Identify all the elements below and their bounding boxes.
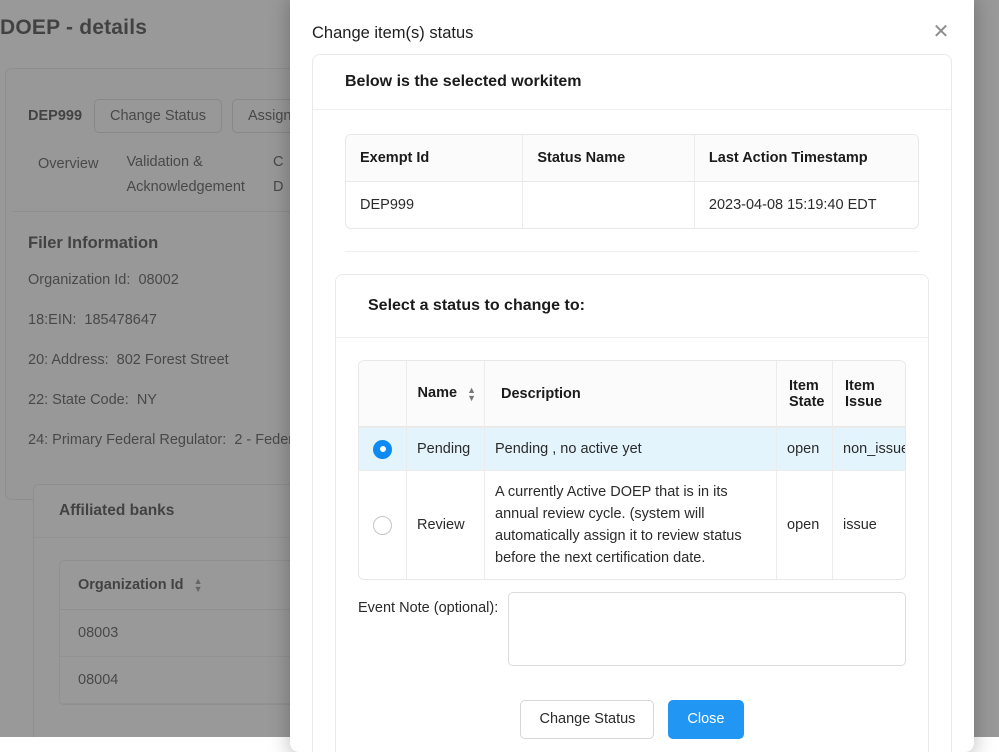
- selected-workitem-table: Exempt Id Status Name Last Action Timest…: [345, 134, 919, 229]
- status-description-review: A currently Active DOEP that is in its a…: [485, 470, 777, 579]
- cell-status-name: [523, 182, 695, 228]
- close-button[interactable]: Close: [668, 700, 744, 739]
- column-select: [359, 361, 407, 427]
- change-status-modal: Change item(s) status ✕ Below is the sel…: [290, 0, 974, 752]
- select-status-panel: Select a status to change to: Name ▲ ▼ De…: [335, 274, 929, 752]
- column-label: Name: [417, 385, 458, 402]
- selected-workitem-panel: Below is the selected workitem Exempt Id…: [312, 54, 952, 752]
- table-header-row: Name ▲ ▼ Description Item State Item Issu…: [359, 361, 905, 427]
- modal-title: Change item(s) status: [312, 24, 474, 42]
- section-divider: [345, 251, 919, 252]
- radio-review[interactable]: [373, 515, 392, 535]
- event-note-row: Event Note (optional):: [336, 580, 928, 666]
- cell-exempt-id: DEP999: [346, 182, 524, 228]
- sort-icon[interactable]: ▲▼: [467, 385, 476, 402]
- cell-last-action-timestamp: 2023-04-08 15:19:40 EDT: [708, 197, 877, 213]
- status-description-pending: Pending , no active yet: [485, 427, 777, 470]
- selected-workitem-heading: Below is the selected workitem: [313, 55, 951, 110]
- column-exempt-id: Exempt Id: [346, 135, 524, 182]
- status-radio-cell[interactable]: [359, 470, 407, 579]
- table-row: DEP999 2023-04-08 15:19:40 EDT: [346, 182, 918, 228]
- status-item-state-review: open: [777, 470, 833, 579]
- column-item-state: Item State: [777, 361, 833, 427]
- column-status-name: Status Name: [523, 135, 695, 182]
- modal-header: Change item(s) status ✕: [290, 0, 974, 54]
- column-name[interactable]: Name ▲ ▼: [407, 361, 485, 427]
- status-options-table: Name ▲ ▼ Description Item State Item Issu…: [358, 360, 906, 580]
- status-option-row-review[interactable]: Review A currently Active DOEP that is i…: [359, 470, 905, 579]
- status-name-review: Review: [407, 470, 485, 579]
- table-header-row: Exempt Id Status Name Last Action Timest…: [346, 135, 918, 182]
- event-note-label: Event Note (optional):: [358, 600, 499, 616]
- radio-pending[interactable]: [373, 439, 392, 459]
- selected-workitem-body: Exempt Id Status Name Last Action Timest…: [313, 110, 951, 752]
- column-last-action-timestamp: Last Action Timestamp: [694, 135, 918, 182]
- select-status-heading: Select a status to change to:: [336, 275, 928, 338]
- close-icon[interactable]: ✕: [928, 20, 954, 46]
- status-item-issue-pending: non_issue: [833, 427, 905, 470]
- status-item-issue-review: issue: [833, 470, 905, 579]
- status-name-pending: Pending: [407, 427, 485, 470]
- column-description: Description: [485, 361, 777, 427]
- status-item-state-pending: open: [777, 427, 833, 470]
- modal-actions: Change Status Close: [336, 666, 928, 752]
- change-status-button[interactable]: Change Status: [520, 700, 655, 739]
- event-note-input[interactable]: [508, 592, 906, 666]
- column-item-issue: Item Issue: [833, 361, 905, 427]
- status-option-row-pending[interactable]: Pending Pending , no active yet open non…: [359, 427, 905, 470]
- status-radio-cell[interactable]: [359, 427, 407, 470]
